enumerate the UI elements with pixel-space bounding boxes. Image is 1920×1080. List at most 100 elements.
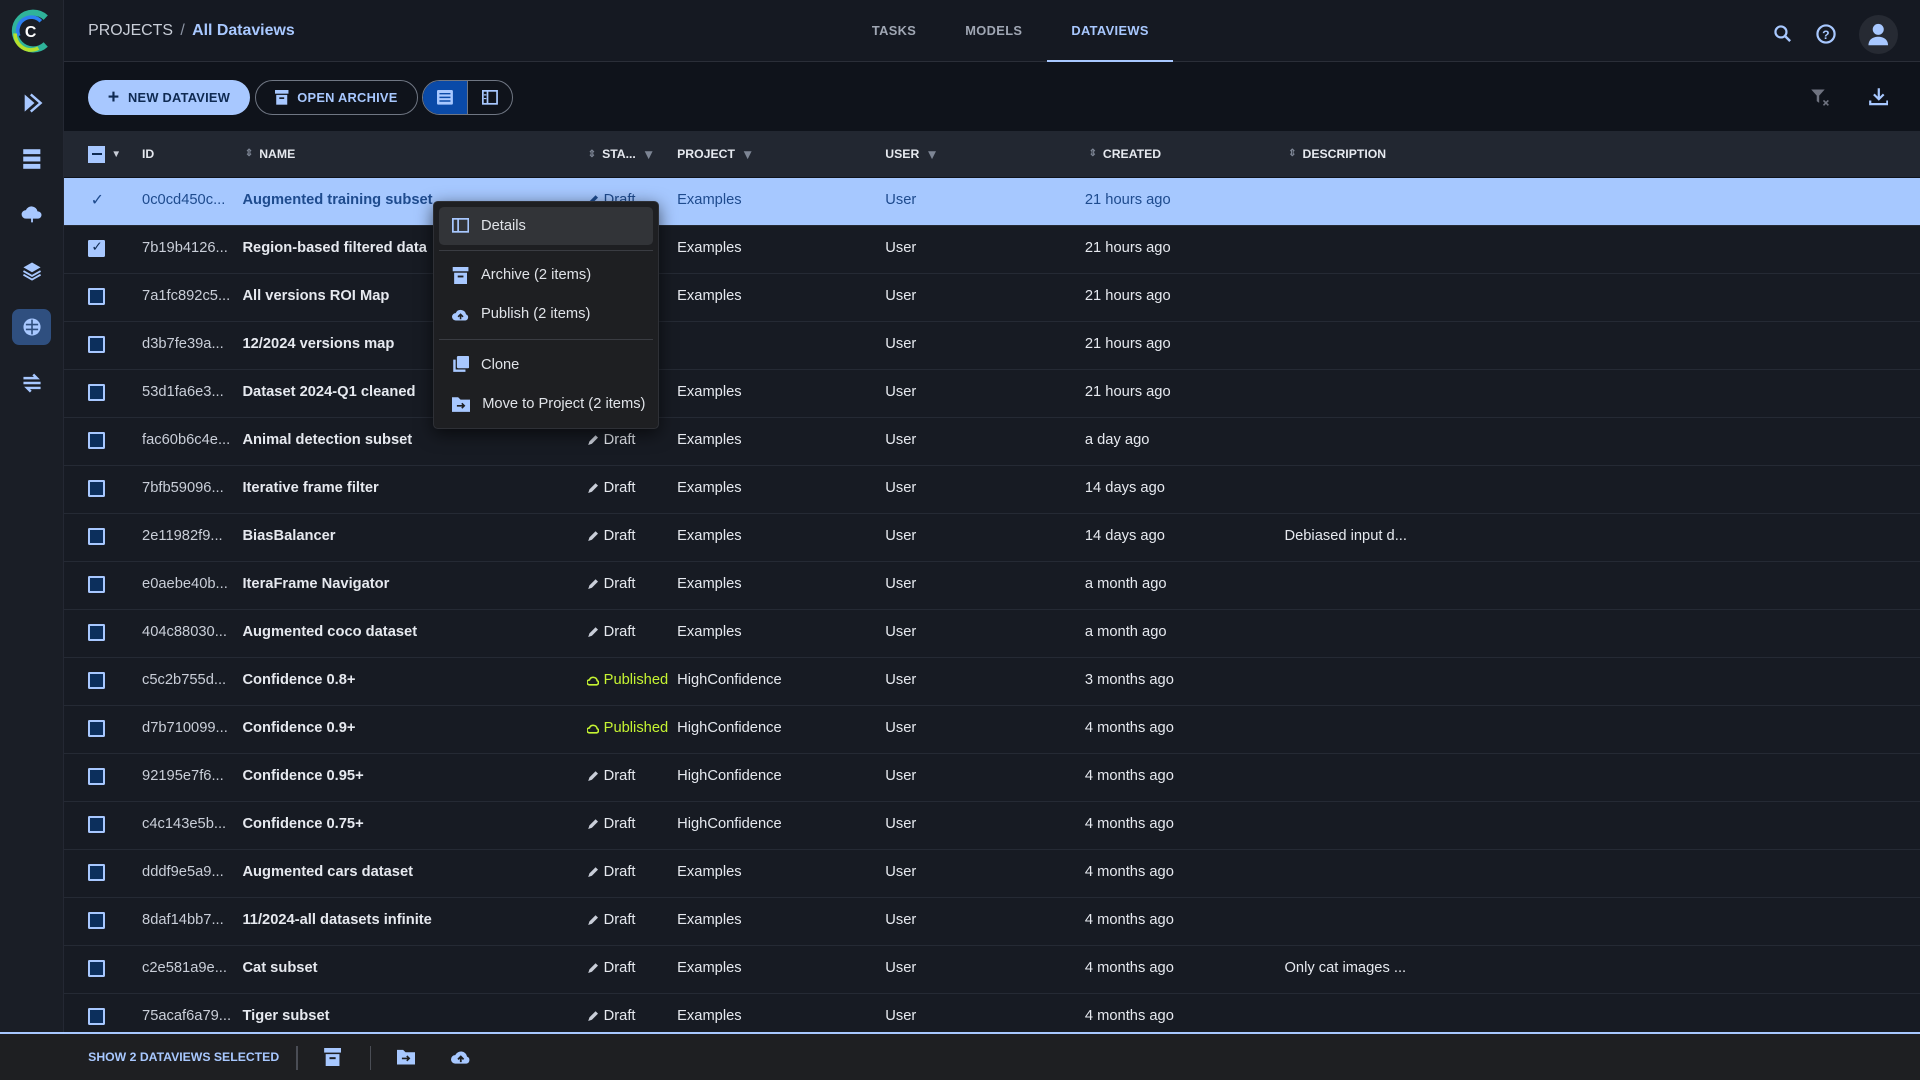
details-view-button[interactable] <box>467 80 512 115</box>
row-checkbox[interactable] <box>88 768 106 786</box>
column-status[interactable]: ⇕ STA... ▼ <box>588 147 656 162</box>
app-logo[interactable]: C <box>9 9 53 53</box>
table-row[interactable]: 92195e7f6... Confidence 0.95+ Draft HighCon… <box>63 753 1920 802</box>
filter-icon[interactable]: ▼ <box>925 147 938 162</box>
table-row[interactable]: c4c143e5b... Confidence 0.75+ Draft HighCon… <box>63 801 1920 850</box>
row-checkbox[interactable] <box>88 528 106 546</box>
sidebar-item-dataviews[interactable] <box>12 308 52 346</box>
row-checkbox[interactable]: ✓ <box>88 239 106 258</box>
cell-status: Published <box>586 720 668 736</box>
search-icon[interactable] <box>1773 24 1793 44</box>
row-checkbox[interactable] <box>88 480 106 498</box>
sidebar-item-datasets[interactable] <box>12 141 51 178</box>
select-menu-chevron-icon[interactable]: ▼ <box>111 149 121 160</box>
row-checkbox[interactable] <box>88 576 106 594</box>
row-checkbox[interactable] <box>88 384 106 402</box>
open-archive-button[interactable]: OPEN ARCHIVE <box>254 79 419 116</box>
menu-item-archive[interactable]: Archive (2 items) <box>439 256 653 295</box>
table-row[interactable]: c2e581a9e... Cat subset Draft Examples User 4… <box>63 945 1920 994</box>
table-row[interactable]: 404c88030... Augmented coco dataset Draft E… <box>63 609 1920 658</box>
new-dataview-button[interactable]: + NEW DATAVIEW <box>88 79 250 116</box>
cell-name[interactable]: Confidence 0.95+ <box>242 768 363 784</box>
table-row[interactable]: 53d1fa6e3...Dataset 2024-Q1 cleanedDraft… <box>63 369 1920 418</box>
cell-name[interactable]: Augmented coco dataset <box>242 624 417 640</box>
sidebar-item-layers[interactable] <box>12 252 51 289</box>
sidebar-item-models[interactable] <box>12 196 51 233</box>
tab-dataviews[interactable]: DATAVIEWS <box>1046 0 1174 63</box>
menu-divider <box>439 249 653 251</box>
cell-name[interactable]: 12/2024 versions map <box>242 336 394 352</box>
row-checkbox[interactable] <box>88 720 106 738</box>
table-row[interactable]: fac60b6c4e... Animal detection subset Draf… <box>63 417 1920 466</box>
tab-models[interactable]: MODELS <box>941 0 1047 62</box>
sidebar-item-reports[interactable] <box>12 365 51 402</box>
tab-tasks[interactable]: TASKS <box>847 0 940 62</box>
menu-item-clone[interactable]: Clone <box>439 345 653 384</box>
cell-name[interactable]: Augmented cars dataset <box>242 864 413 880</box>
status-label: Draft <box>603 528 636 545</box>
table-row[interactable]: d7b710099... Confidence 0.9+ Published High… <box>63 705 1920 754</box>
menu-item-move-to-project[interactable]: Move to Project (2 items) <box>439 384 653 423</box>
row-checkbox[interactable]: ✓ <box>91 190 104 210</box>
cell-name[interactable]: Dataset 2024-Q1 cleaned <box>242 384 415 400</box>
cell-name[interactable]: Augmented training subset <box>242 192 432 208</box>
cell-name[interactable]: Tiger subset <box>242 1008 329 1024</box>
table-row[interactable]: e0aebe40b... IteraFrame Navigator Draft Exa… <box>63 561 1920 610</box>
breadcrumb-separator: / <box>180 22 185 40</box>
table-row[interactable]: c5c2b755d... Confidence 0.8+ Published High… <box>63 657 1920 706</box>
row-checkbox[interactable] <box>88 288 106 306</box>
table-view-button[interactable] <box>423 80 468 115</box>
table-row[interactable]: d3b7fe39a...12/2024 versions mapDraftUse… <box>63 321 1920 370</box>
menu-item-details[interactable]: Details <box>439 206 653 245</box>
row-checkbox[interactable] <box>88 672 106 690</box>
cell-name[interactable]: Confidence 0.9+ <box>242 720 355 736</box>
help-icon[interactable]: ? <box>1815 23 1837 45</box>
row-checkbox[interactable] <box>88 960 106 978</box>
move-to-project-icon[interactable] <box>396 1048 416 1065</box>
user-avatar[interactable] <box>1858 14 1898 54</box>
row-checkbox[interactable] <box>88 624 106 642</box>
download-icon[interactable] <box>1868 87 1889 107</box>
cell-name[interactable]: IteraFrame Navigator <box>242 576 389 592</box>
move-to-project-icon <box>451 397 470 412</box>
table-row[interactable]: 8daf14bb7... 11/2024-all datasets infinit… <box>63 897 1920 946</box>
cell-name[interactable]: BiasBalancer <box>242 528 335 544</box>
column-id[interactable]: ID <box>142 147 154 161</box>
table-row[interactable]: 2e11982f9... BiasBalancer Draft Examples Use… <box>63 513 1920 562</box>
clear-filters-icon[interactable] <box>1810 87 1830 107</box>
row-checkbox[interactable] <box>88 816 106 834</box>
filter-icon[interactable]: ▼ <box>642 147 655 162</box>
publish-icon[interactable] <box>450 1048 471 1065</box>
cell-name[interactable]: Animal detection subset <box>242 432 412 448</box>
cell-name[interactable]: Confidence 0.75+ <box>242 816 363 832</box>
table-row[interactable]: 7a1fc892c5...All versions ROI MapDraftEx… <box>63 273 1920 322</box>
table-row[interactable]: 7bfb59096... Iterative frame filter Draft E… <box>63 465 1920 514</box>
cell-name[interactable]: All versions ROI Map <box>242 288 389 304</box>
row-checkbox[interactable] <box>88 432 106 450</box>
column-created[interactable]: ⇕ CREATED <box>1089 147 1162 161</box>
sidebar-item-pipelines[interactable] <box>12 84 51 121</box>
cell-name[interactable]: Confidence 0.8+ <box>242 672 355 688</box>
row-checkbox[interactable] <box>88 864 106 882</box>
cell-name[interactable]: Iterative frame filter <box>242 480 378 496</box>
column-user[interactable]: USER ▼ <box>885 147 938 162</box>
show-selected-button[interactable]: SHOW 2 DATAVIEWS SELECTED <box>88 1050 279 1064</box>
filter-icon[interactable]: ▼ <box>741 147 754 162</box>
published-icon <box>586 724 599 734</box>
column-name[interactable]: ⇕ NAME <box>245 147 295 161</box>
cell-name[interactable]: Cat subset <box>242 960 317 976</box>
table-row[interactable]: dddf9e5a9... Augmented cars dataset Draft E… <box>63 849 1920 898</box>
table-row[interactable]: ✓7b19b4126...Region-based filtered dataD… <box>63 225 1920 274</box>
breadcrumb-projects[interactable]: PROJECTS <box>88 22 173 39</box>
menu-item-publish[interactable]: Publish (2 items) <box>439 295 653 334</box>
row-checkbox[interactable] <box>88 912 106 930</box>
table-row[interactable]: ✓0c0cd450c...Augmented training subsetDr… <box>63 177 1920 226</box>
row-checkbox[interactable] <box>88 336 106 354</box>
column-description[interactable]: ⇕ DESCRIPTION <box>1288 147 1386 161</box>
column-project[interactable]: PROJECT ▼ <box>677 147 754 162</box>
archive-icon[interactable] <box>324 1047 342 1067</box>
cell-name[interactable]: Region-based filtered data <box>242 240 426 256</box>
select-all-checkbox[interactable]: ▼ <box>88 145 121 163</box>
cell-name[interactable]: 11/2024-all datasets infinite <box>242 912 431 928</box>
row-checkbox[interactable] <box>88 1008 106 1026</box>
